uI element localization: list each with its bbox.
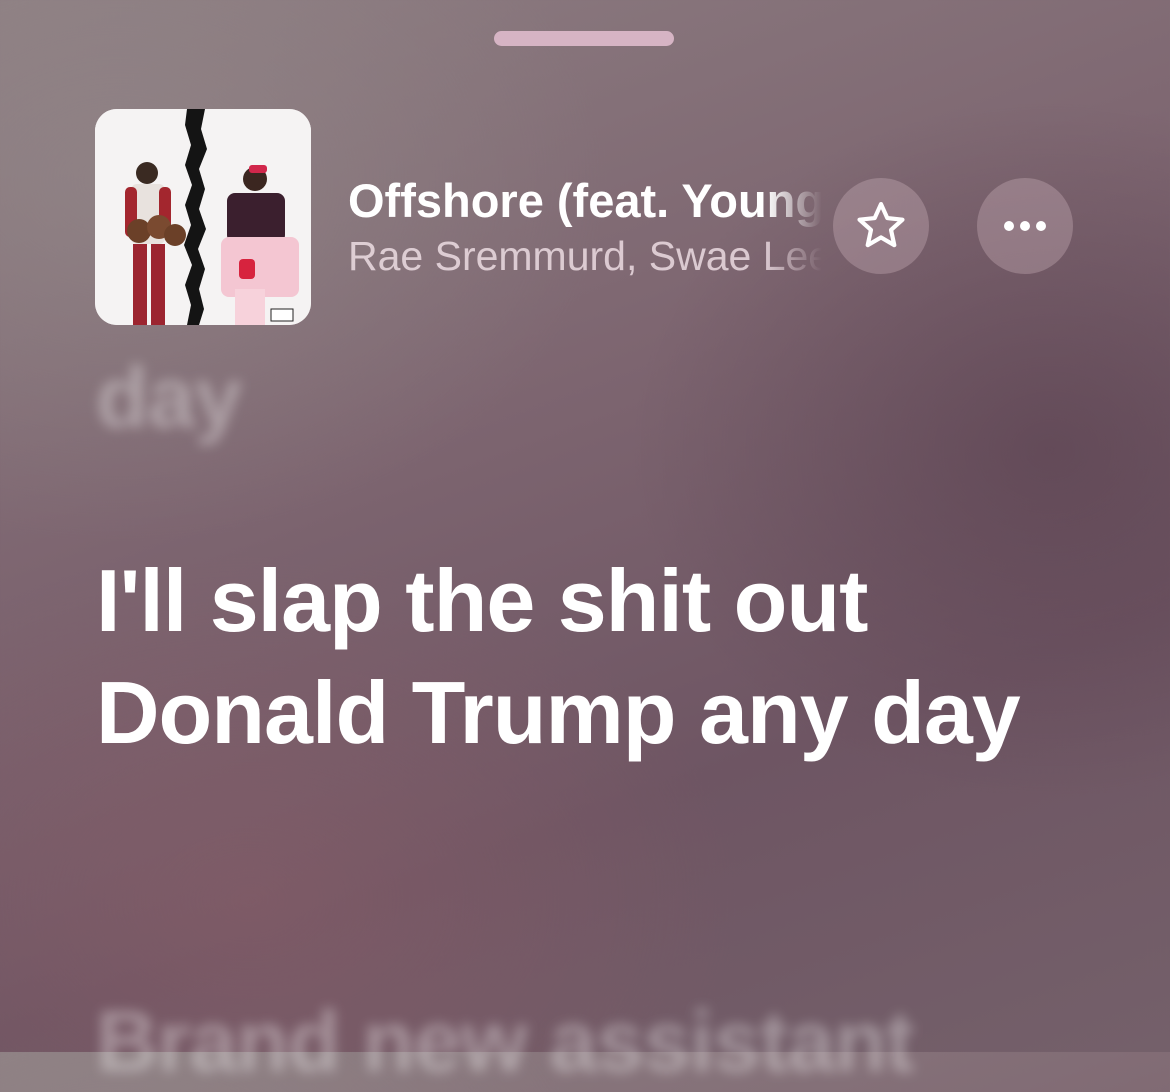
lyric-line-previous[interactable]: day — [96, 348, 242, 448]
track-info[interactable]: Offshore (feat. Young Rae Sremmurd, Swae… — [348, 172, 822, 282]
album-artwork-image — [95, 109, 311, 325]
ellipsis-icon — [1004, 221, 1046, 231]
star-icon — [857, 201, 905, 248]
more-options-button[interactable] — [977, 178, 1073, 274]
track-artist: Rae Sremmurd, Swae Lee — [348, 233, 822, 279]
track-title: Offshore (feat. Young — [348, 174, 822, 227]
favorite-button[interactable] — [833, 178, 929, 274]
album-artwork[interactable] — [95, 109, 311, 325]
sheet-grabber[interactable] — [494, 31, 674, 46]
lyric-line-next[interactable]: Brand new assistant — [96, 992, 914, 1092]
lyric-line-current[interactable]: I'll slap the shit out Donald Trump any … — [96, 545, 1106, 769]
